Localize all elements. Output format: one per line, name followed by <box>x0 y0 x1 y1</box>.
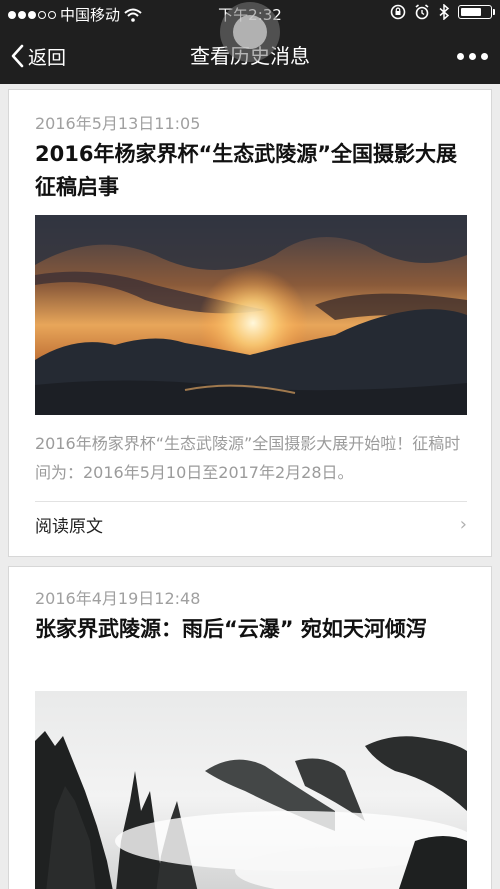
more-dot-icon <box>481 52 488 60</box>
article-cover-image[interactable] <box>35 215 467 415</box>
bluetooth-icon <box>439 4 450 20</box>
read-original-link[interactable]: 阅读原文 › <box>35 502 467 546</box>
chevron-right-icon: › <box>459 513 467 535</box>
article-title[interactable]: 张家界武陵源：雨后“云瀑” 宛如天河倾泻 <box>35 613 467 646</box>
article-summary: 2016年杨家界杯“生态武陵源”全国摄影大展开始啦！征稿时间为：2016年5月1… <box>35 434 461 482</box>
article-date: 2016年4月19日12:48 <box>35 589 201 608</box>
article-card[interactable]: 2016年5月13日11:05 2016年杨家界杯“生态武陵源”全国摄影大展征稿… <box>8 89 492 557</box>
more-dot-icon <box>469 52 476 60</box>
more-dot-icon <box>457 52 464 60</box>
more-options-button[interactable] <box>457 28 488 84</box>
rotation-lock-icon <box>390 4 406 20</box>
read-original-label: 阅读原文 <box>35 516 103 537</box>
alarm-icon <box>415 4 429 20</box>
article-card[interactable]: 2016年4月19日12:48 张家界武陵源：雨后“云瀑” 宛如天河倾泻 <box>8 566 492 889</box>
battery-icon <box>458 5 495 19</box>
article-cover-image[interactable] <box>35 691 467 889</box>
status-right <box>390 4 495 20</box>
assistive-touch-button[interactable] <box>220 2 280 62</box>
article-title[interactable]: 2016年杨家界杯“生态武陵源”全国摄影大展征稿启事 <box>35 138 467 204</box>
article-date: 2016年5月13日11:05 <box>35 114 201 133</box>
